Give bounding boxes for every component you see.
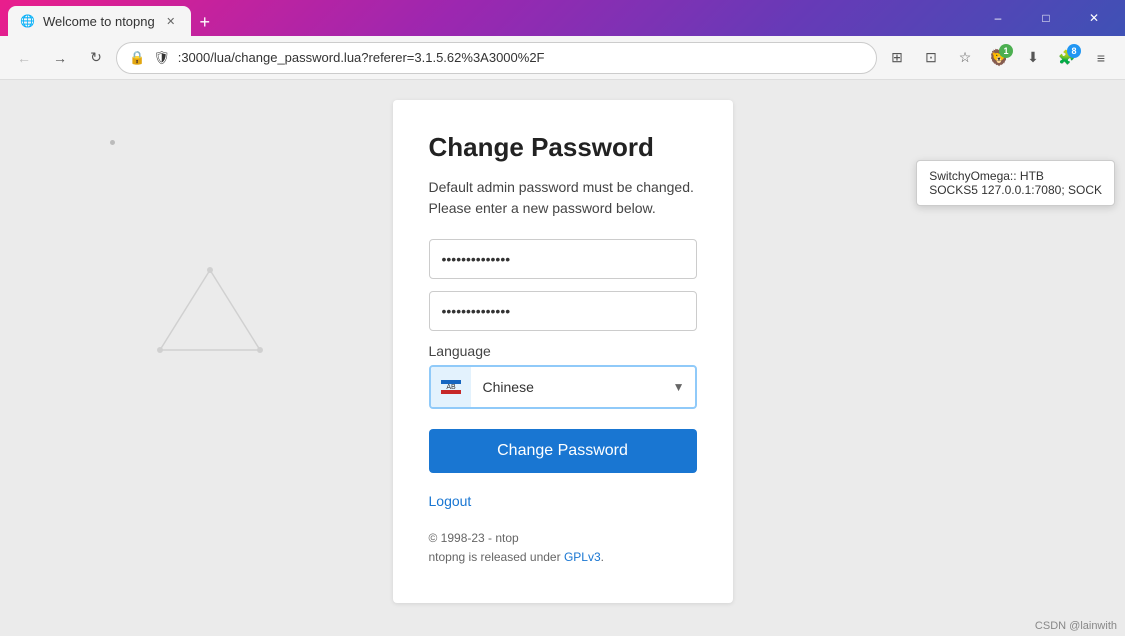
forward-button[interactable]: → (44, 42, 76, 74)
extensions-badge: 8 (1067, 44, 1081, 58)
logout-link[interactable]: Logout (429, 493, 697, 509)
page-content: SwitchyOmega:: HTB SOCKS5 127.0.0.1:7080… (0, 80, 1125, 636)
tooltip-line1: SwitchyOmega:: HTB (929, 169, 1102, 183)
form-card: Change Password Default admin password m… (393, 100, 733, 603)
language-select-wrapper: AB Chinese English French German Italian… (429, 365, 697, 409)
shield-icon: 🛡 (153, 50, 170, 66)
title-bar: 🌐 Welcome to ntopng ✕ + – □ ✕ (0, 0, 1125, 36)
footer-line1: © 1998-23 - ntop (429, 529, 697, 548)
triangle-decoration (150, 260, 270, 365)
back-button[interactable]: ← (8, 42, 40, 74)
download-icon[interactable]: ⬇ (1017, 42, 1049, 74)
qr-icon[interactable]: ⊞ (881, 42, 913, 74)
toolbar-icons: ⊞ ⊡ ☆ 🦁 1 ⬇ 🧩 8 ≡ (881, 42, 1117, 74)
security-icon: 🔒 (129, 50, 145, 66)
nav-bar: ← → ↻ 🔒 🛡 :3000/lua/change_password.lua?… (0, 36, 1125, 80)
language-select[interactable]: Chinese English French German Italian Ja… (471, 367, 673, 407)
translate-icon[interactable]: ⊡ (915, 42, 947, 74)
footer-prefix: ntopng is released under (429, 550, 564, 564)
extensions-icon[interactable]: 🧩 8 (1051, 42, 1083, 74)
close-button[interactable]: ✕ (1071, 2, 1117, 34)
language-label: Language (429, 343, 697, 359)
tab-title: Welcome to ntopng (43, 14, 155, 29)
maximize-button[interactable]: □ (1023, 2, 1069, 34)
gplv3-link[interactable]: GPLv3 (564, 550, 601, 564)
dot-decoration-1 (110, 140, 115, 145)
current-password-input[interactable] (429, 239, 697, 279)
bottom-bar-text: CSDN @lainwith (1035, 620, 1117, 632)
star-icon[interactable]: ☆ (949, 42, 981, 74)
chevron-down-icon: ▼ (673, 380, 695, 394)
tooltip-popup: SwitchyOmega:: HTB SOCKS5 127.0.0.1:7080… (916, 160, 1115, 206)
new-password-input[interactable] (429, 291, 697, 331)
language-icon: AB (431, 367, 471, 407)
new-tab-button[interactable]: + (191, 8, 219, 36)
brave-icon[interactable]: 🦁 1 (983, 42, 1015, 74)
tab-close-button[interactable]: ✕ (163, 13, 179, 29)
bottom-bar: CSDN @lainwith (1027, 616, 1125, 636)
tab-bar: 🌐 Welcome to ntopng ✕ + (8, 0, 971, 36)
profile-badge: 1 (999, 44, 1013, 58)
address-text: :3000/lua/change_password.lua?referer=3.… (178, 50, 864, 65)
more-button[interactable]: ≡ (1085, 42, 1117, 74)
change-password-button[interactable]: Change Password (429, 429, 697, 473)
form-title: Change Password (429, 132, 697, 163)
active-tab[interactable]: 🌐 Welcome to ntopng ✕ (8, 6, 191, 36)
footer-suffix: . (601, 550, 604, 564)
tooltip-line2: SOCKS5 127.0.0.1:7080; SOCK (929, 183, 1102, 197)
footer: © 1998-23 - ntop ntopng is released unde… (429, 529, 697, 567)
address-bar[interactable]: 🔒 🛡 :3000/lua/change_password.lua?refere… (116, 42, 877, 74)
footer-line2: ntopng is released under GPLv3. (429, 548, 697, 567)
window-controls: – □ ✕ (975, 2, 1117, 34)
svg-text:AB: AB (446, 384, 456, 391)
reload-button[interactable]: ↻ (80, 42, 112, 74)
form-description: Default admin password must be changed. … (429, 177, 697, 219)
minimize-button[interactable]: – (975, 2, 1021, 34)
